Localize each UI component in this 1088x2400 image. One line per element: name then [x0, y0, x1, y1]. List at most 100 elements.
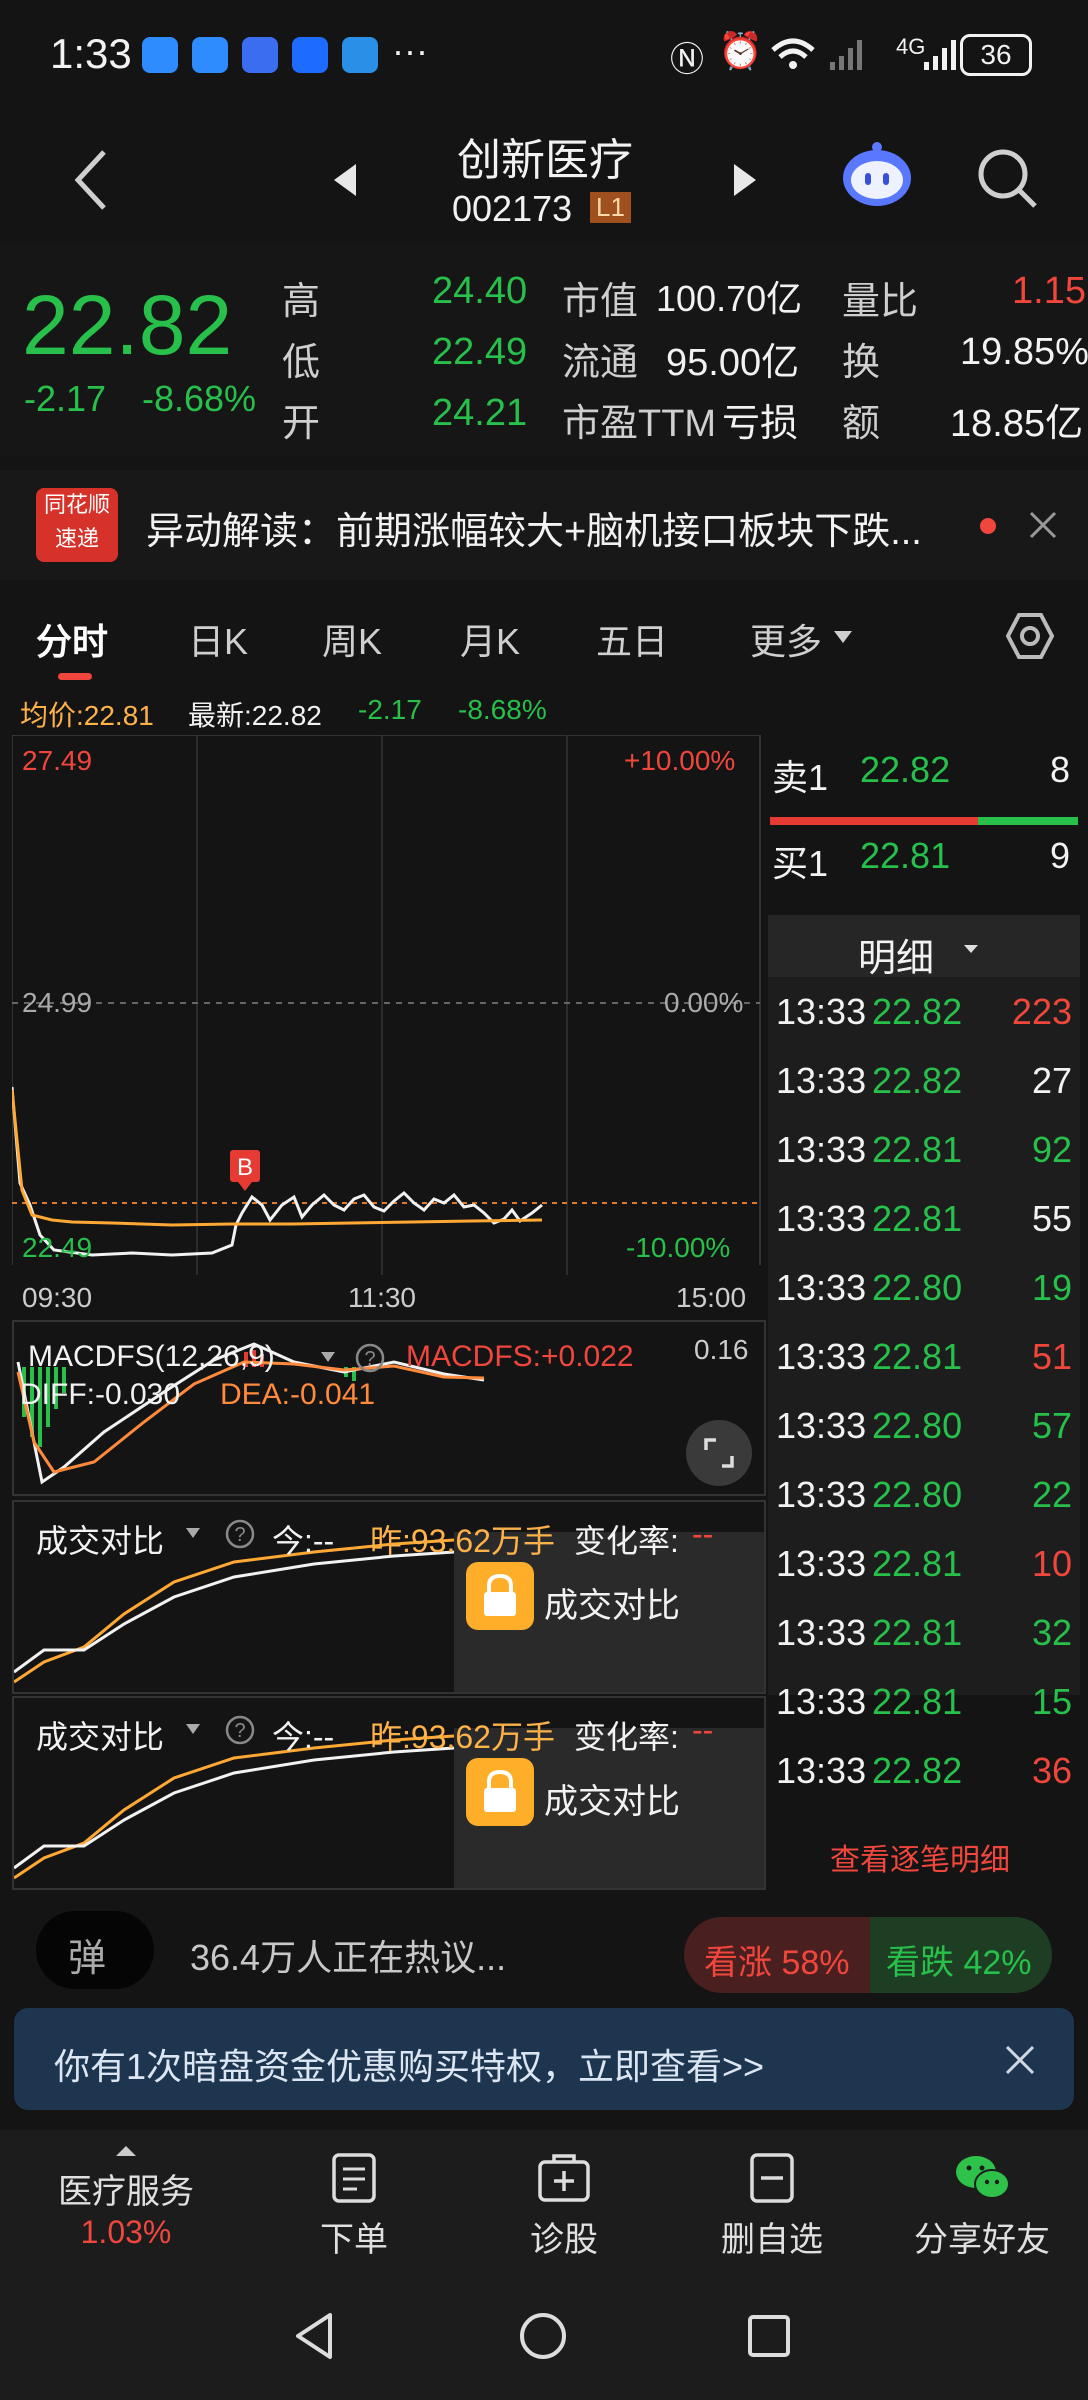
tick-row: 13:33 22.82 36	[776, 1744, 1076, 1804]
assistant-robot-icon[interactable]	[840, 140, 914, 210]
macd-panel[interactable]: MACDFS(12,26,9) ? MACDFS:+0.022 0.16 DIF…	[12, 1320, 766, 1496]
time-end: 15:00	[676, 1282, 747, 1313]
tick-time: 13:33	[776, 1267, 867, 1308]
axis-mid-price: 24.99	[22, 987, 93, 1018]
help-icon[interactable]: ?	[224, 1714, 256, 1746]
svg-text:?: ?	[364, 1348, 375, 1370]
amount-value: 18.85亿	[950, 403, 1084, 445]
promo-banner[interactable]: 你有1次暗盘资金优惠购买特权，立即查看>>	[14, 2008, 1074, 2110]
view-all-ticks-link[interactable]: 查看逐笔明细	[830, 1835, 1010, 1879]
prev-stock-icon[interactable]	[330, 160, 360, 200]
tick-time: 13:33	[776, 1129, 867, 1170]
latest-price: 最新:22.82	[188, 700, 322, 731]
detail-header[interactable]: 明细	[768, 915, 1080, 980]
wifi-icon	[771, 38, 815, 69]
current-price: 22.82	[22, 278, 233, 372]
tab-timeshare[interactable]: 分时	[36, 613, 108, 665]
tab-daily-k[interactable]: 日K	[188, 613, 248, 665]
tick-volume: 15	[1031, 1681, 1072, 1722]
remove-watchlist-icon	[750, 2153, 794, 2203]
detail-label: 明细	[858, 938, 935, 980]
close-icon[interactable]	[1028, 510, 1058, 540]
float-label: 流通	[562, 342, 639, 384]
help-icon[interactable]: ?	[354, 1342, 386, 1374]
nav-back-icon[interactable]	[292, 2311, 336, 2361]
tick-row: 13:33 22.80 57	[776, 1399, 1076, 1459]
sector-name: 医疗服务	[58, 2173, 194, 2211]
tick-time: 13:33	[776, 1060, 867, 1101]
tab-more[interactable]: 更多	[750, 613, 822, 665]
discussion-bar[interactable]: 弹 36.4万人正在热议... 看涨 58% 看跌 42%	[0, 1895, 1088, 2005]
compare-rate-label: 变化率:	[574, 1523, 679, 1559]
share-button[interactable]: 分享好友	[882, 2130, 1082, 2265]
buy1-qty: 9	[1050, 835, 1071, 876]
remove-watchlist-button[interactable]: 删自选	[672, 2130, 872, 2265]
alarm-icon: ⏰	[718, 30, 763, 71]
tick-row: 13:33 22.80 19	[776, 1261, 1076, 1321]
next-stock-icon[interactable]	[730, 160, 760, 200]
stock-header: 创新医疗 002173 L1	[0, 110, 1088, 245]
flash-news-logo-top: 同花顺	[43, 492, 110, 517]
compare-today: 今:--	[272, 1719, 335, 1755]
sell1-price: 22.82	[860, 749, 951, 790]
settings-icon[interactable]	[1005, 611, 1055, 661]
back-icon[interactable]	[70, 148, 110, 212]
high-value: 24.40	[432, 270, 528, 312]
bearish-button[interactable]: 看跌 42%	[870, 1917, 1052, 1993]
order-button[interactable]: 下单	[254, 2130, 454, 2265]
lock-icon	[466, 1758, 534, 1826]
nav-recents-icon[interactable]	[746, 2313, 792, 2359]
sell1-qty: 8	[1050, 749, 1071, 790]
today-volume-line	[14, 1746, 455, 1870]
chevron-down-icon	[964, 945, 978, 953]
axis-low-pct: -10.00%	[626, 1232, 731, 1263]
turnover-value: 19.85%	[960, 331, 1088, 373]
tick-time: 13:33	[776, 1336, 867, 1377]
bullish-button[interactable]: 看涨 58%	[684, 1917, 870, 1993]
nav-home-icon[interactable]	[518, 2311, 568, 2361]
svg-text:?: ?	[234, 1524, 245, 1546]
macd-indicator-name[interactable]: MACDFS(12,26,9)	[28, 1340, 275, 1374]
time-start: 09:30	[22, 1282, 93, 1313]
tab-weekly-k[interactable]: 周K	[322, 613, 382, 665]
fullscreen-button[interactable]	[686, 1420, 752, 1486]
volume-compare-panel[interactable]: 成交对比 ? 今:-- 昨:93.62万手 变化率: -- 成交对比	[12, 1696, 766, 1890]
volume-compare-panel[interactable]: 成交对比 ? 今:-- 昨:93.62万手 变化率: -- 成交对比	[12, 1500, 766, 1694]
battery-icon: 36	[960, 34, 1032, 76]
tick-row: 13:33 22.81 55	[776, 1192, 1076, 1252]
compare-rate: --	[692, 1712, 714, 1748]
tick-volume: 92	[1031, 1129, 1072, 1170]
tick-price: 22.80	[872, 1405, 963, 1446]
compare-yesterday: 昨:93.62万手	[370, 1523, 555, 1559]
app-notification-icon	[192, 37, 228, 73]
axis-high-price: 27.49	[22, 745, 93, 776]
more-notifications-icon: ···	[392, 30, 428, 71]
lock-text: 成交对比	[544, 1783, 680, 1821]
news-alert-bar[interactable]: 同花顺 速递 异动解读：前期涨幅较大+脑机接口板块下跌...	[0, 470, 1088, 580]
unread-dot	[980, 518, 996, 534]
tick-volume: 19	[1031, 1267, 1072, 1308]
tab-monthly-k[interactable]: 月K	[460, 613, 520, 665]
buy1-label: 买1	[772, 843, 829, 884]
help-icon[interactable]: ?	[224, 1518, 256, 1550]
status-time: 1:33	[50, 30, 132, 77]
tab-five-day[interactable]: 五日	[596, 613, 668, 665]
alert-text: 异动解读：前期涨幅较大+脑机接口板块下跌...	[146, 511, 922, 553]
tick-volume: 10	[1031, 1543, 1072, 1584]
compare-title[interactable]: 成交对比	[36, 1516, 164, 1562]
app-notification-icon	[242, 37, 278, 73]
tick-list[interactable]: 明细 13:33 22.82 223 13:33 22.82 27 13:33 22.81 92…	[768, 915, 1080, 1791]
tick-price: 22.80	[872, 1267, 963, 1308]
tick-price: 22.81	[872, 1681, 963, 1722]
tick-volume: 51	[1031, 1336, 1072, 1377]
sector-button[interactable]: 医疗服务 1.03%	[26, 2130, 226, 2265]
bullish-label: 看涨 58%	[704, 1944, 850, 1982]
intraday-chart[interactable]: B 27.49 +10.00% 24.99 0.00% 22.49 -10.00…	[10, 735, 762, 1275]
danmaku-toggle[interactable]: 弹	[36, 1911, 154, 1989]
compare-title[interactable]: 成交对比	[36, 1712, 164, 1758]
diagnose-button[interactable]: 诊股	[464, 2130, 664, 2265]
search-icon[interactable]	[975, 146, 1039, 210]
b-marker-label: B	[237, 1154, 253, 1181]
tick-row: 13:33 22.81 15	[776, 1675, 1076, 1735]
close-icon[interactable]	[1004, 2044, 1036, 2076]
